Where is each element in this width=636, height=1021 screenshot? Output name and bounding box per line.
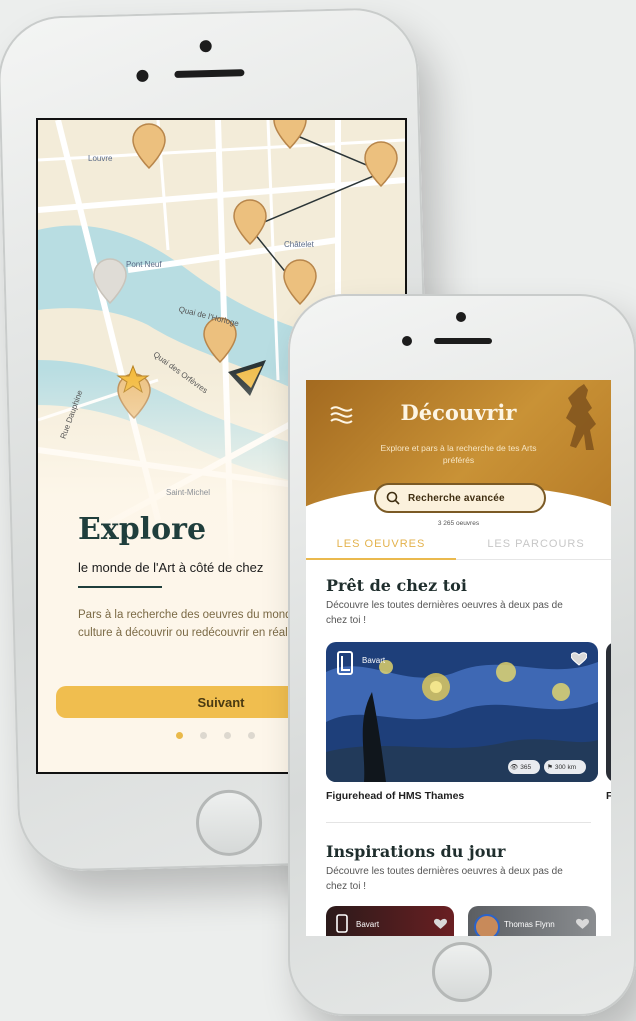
pager-dot-active[interactable]: [176, 732, 183, 739]
tab-parcours[interactable]: LES PARCOURS: [461, 538, 611, 550]
heart-icon[interactable]: [571, 652, 587, 666]
results-count: 3 265 oeuvres: [437, 520, 480, 527]
card-brand: Bavart: [356, 920, 380, 929]
search-label: Recherche avancée: [408, 492, 505, 504]
flag-icon: ⚑: [547, 764, 553, 771]
card-brand: Bavart: [362, 656, 386, 665]
card-title: Figurehead of HMS Thames: [326, 790, 465, 802]
advanced-search-button[interactable]: Recherche avancée: [374, 483, 546, 513]
distance-pill: ⚑ 300 km: [547, 761, 585, 773]
discover-screen: Découvrir Explore et pars à la recherche…: [306, 380, 611, 936]
home-button[interactable]: [195, 788, 263, 857]
page-tagline: Explore et pars à la recherche de tes Ar…: [380, 443, 537, 465]
section-divider: [326, 822, 591, 823]
onboarding-subtitle: le monde de l'Art à côté de chez: [78, 560, 264, 575]
section-description: Découvre les toutes dernières oeuvres à …: [326, 866, 563, 892]
heart-icon[interactable]: [434, 918, 447, 930]
map-label: Louvre: [88, 154, 113, 163]
home-button[interactable]: [432, 942, 492, 1002]
page-title: Découvrir: [400, 400, 517, 425]
pager-dot[interactable]: [248, 732, 255, 739]
map-label: Saint-Michel: [166, 488, 211, 497]
pager-dot[interactable]: [200, 732, 207, 739]
sensor: [136, 69, 149, 83]
eye-icon: 👁: [510, 764, 519, 771]
pager: [176, 732, 255, 739]
tab-divider: [456, 559, 611, 560]
inspiration-card[interactable]: Thomas Flynn: [468, 906, 596, 936]
map-label: Châtelet: [284, 240, 314, 249]
earpiece: [434, 338, 492, 344]
section-title: Prêt de chez toi: [326, 576, 467, 595]
sensor: [402, 336, 412, 346]
inspiration-card[interactable]: Bavart: [326, 906, 454, 936]
views-count: 365: [520, 763, 532, 771]
tab-oeuvres[interactable]: LES OEUVRES: [306, 538, 456, 550]
title-underline: [78, 586, 162, 588]
card-author: Thomas Flynn: [504, 920, 555, 929]
earpiece: [174, 69, 245, 79]
heart-icon[interactable]: [576, 918, 589, 930]
views-pill: 👁 365: [510, 761, 540, 773]
avatar: [474, 914, 500, 936]
map-label: Pont Neuf: [126, 260, 162, 269]
tab-indicator: [306, 558, 456, 560]
front-camera: [456, 312, 466, 322]
onboarding-title: Explore: [78, 512, 207, 547]
tab-bar: LES OEUVRES LES PARCOURS: [306, 538, 611, 558]
section-title: Inspirations du jour: [326, 842, 506, 861]
logo-icon: [337, 651, 353, 675]
artwork-card[interactable]: Bavart 👁 365 ⚑ 300 km: [326, 642, 598, 782]
statue-icon: [566, 384, 596, 450]
artwork-card[interactable]: [606, 642, 611, 782]
distance-value: 300 km: [554, 763, 577, 771]
logo-icon: [336, 914, 348, 933]
pager-dot[interactable]: [224, 732, 231, 739]
search-icon: [386, 491, 400, 505]
section-description: Découvre les toutes dernières oeuvres à …: [326, 600, 563, 626]
front-camera: [199, 40, 212, 53]
card-title: F: [606, 790, 611, 802]
